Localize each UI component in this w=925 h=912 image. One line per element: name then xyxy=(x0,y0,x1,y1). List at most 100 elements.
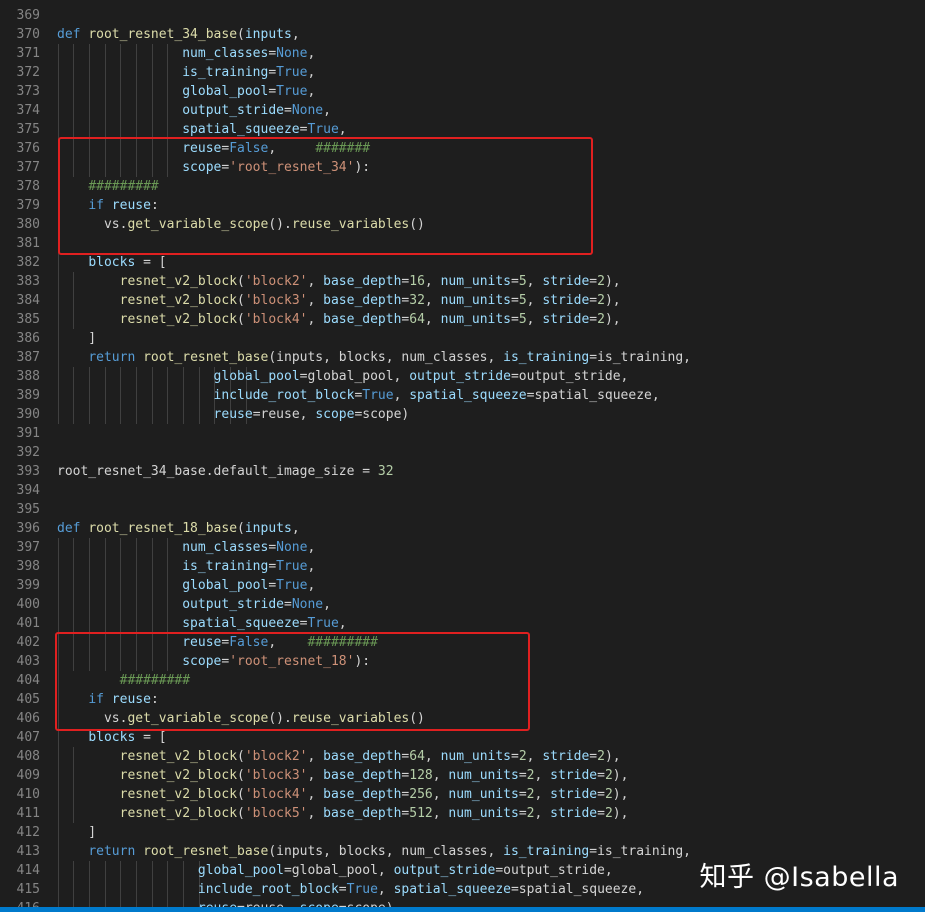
code-line[interactable]: 403 scope='root_resnet_18'): xyxy=(0,652,925,671)
line-number: 375 xyxy=(16,122,40,137)
code-line[interactable]: 409 resnet_v2_block('block3', base_depth… xyxy=(0,766,925,785)
code-line[interactable]: 390 reuse=reuse, scope=scope) xyxy=(0,405,925,424)
code-editor[interactable]: 369 370 def root_resnet_34_base(inputs, 371… xyxy=(0,0,925,912)
code-token: ( xyxy=(237,521,245,536)
code-line[interactable]: 407 blocks = [ xyxy=(0,728,925,747)
code-text: if reuse: xyxy=(57,196,158,215)
code-token: = xyxy=(268,559,277,574)
code-token: True xyxy=(276,559,308,574)
code-token: =output_stride, xyxy=(495,863,613,878)
code-token: (). xyxy=(268,711,292,726)
code-line[interactable]: 394 xyxy=(0,481,925,500)
code-line[interactable]: 375 spatial_squeeze=True, xyxy=(0,120,925,139)
code-token: , xyxy=(307,293,324,308)
code-line[interactable]: 412 ] xyxy=(0,823,925,842)
code-token: 2 xyxy=(526,787,535,802)
code-line[interactable]: 369 xyxy=(0,6,925,25)
code-token: 32 xyxy=(409,293,425,308)
code-line[interactable]: 401 spatial_squeeze=True, xyxy=(0,614,925,633)
code-token: root_resnet_34_base xyxy=(88,27,238,42)
code-token: = [ xyxy=(135,730,167,745)
code-line[interactable]: 378 ######### xyxy=(0,177,925,196)
code-text: is_training=True, xyxy=(57,63,315,82)
code-text: return root_resnet_base(inputs, blocks, … xyxy=(57,348,691,367)
code-line[interactable]: 397 num_classes=None, xyxy=(0,538,925,557)
code-line[interactable]: 372 is_training=True, xyxy=(0,63,925,82)
code-token: , xyxy=(291,27,300,42)
code-line[interactable]: 377 scope='root_resnet_34'): xyxy=(0,158,925,177)
code-line[interactable]: 408 resnet_v2_block('block2', base_depth… xyxy=(0,747,925,766)
code-line[interactable]: 376 reuse=False, ####### xyxy=(0,139,925,158)
code-token: False xyxy=(229,635,269,650)
code-line[interactable]: 374 output_stride=None, xyxy=(0,101,925,120)
code-line[interactable]: 411 resnet_v2_block('block5', base_depth… xyxy=(0,804,925,823)
code-token: ( xyxy=(237,768,245,783)
code-token: =global_pool, xyxy=(283,863,394,878)
code-line[interactable]: 385 resnet_v2_block('block4', base_depth… xyxy=(0,310,925,329)
code-line[interactable]: 383 resnet_v2_block('block2', base_depth… xyxy=(0,272,925,291)
code-token: ): xyxy=(354,654,371,669)
line-number: 404 xyxy=(16,673,40,688)
code-token: stride xyxy=(542,749,590,764)
code-line[interactable]: 402 reuse=False, ######### xyxy=(0,633,925,652)
code-line[interactable]: 379 if reuse: xyxy=(0,196,925,215)
line-number: 385 xyxy=(16,312,40,327)
code-token: spatial_squeeze xyxy=(393,882,511,897)
code-line[interactable]: 384 resnet_v2_block('block3', base_depth… xyxy=(0,291,925,310)
code-line[interactable]: 382 blocks = [ xyxy=(0,253,925,272)
code-token: include_root_block xyxy=(213,388,355,403)
code-token: =global_pool, xyxy=(299,369,410,384)
line-number: 381 xyxy=(16,236,40,251)
code-token: spatial_squeeze xyxy=(182,616,300,631)
code-token: , xyxy=(393,388,410,403)
code-line[interactable]: 387 return root_resnet_base(inputs, bloc… xyxy=(0,348,925,367)
code-token: reuse xyxy=(213,407,253,422)
code-line[interactable]: 393 root_resnet_34_base.default_image_siz… xyxy=(0,462,925,481)
code-line[interactable]: 371 num_classes=None, xyxy=(0,44,925,63)
code-token: (inputs, blocks, num_classes, xyxy=(268,844,504,859)
code-token: , xyxy=(424,312,441,327)
code-line[interactable]: 410 resnet_v2_block('block4', base_depth… xyxy=(0,785,925,804)
code-line[interactable]: 396 def root_resnet_18_base(inputs, xyxy=(0,519,925,538)
code-line[interactable]: 391 xyxy=(0,424,925,443)
line-number: 407 xyxy=(16,730,40,745)
code-token: base_depth xyxy=(323,293,402,308)
code-token: = xyxy=(268,578,277,593)
line-number: 384 xyxy=(16,293,40,308)
code-token: 2 xyxy=(526,806,535,821)
code-line[interactable]: 395 xyxy=(0,500,925,519)
indent-guide xyxy=(57,234,59,253)
code-line[interactable]: 399 global_pool=True, xyxy=(0,576,925,595)
code-token: 64 xyxy=(409,312,425,327)
editor-bottom-bar xyxy=(0,907,925,912)
code-line[interactable]: 380 vs.get_variable_scope().reuse_variab… xyxy=(0,215,925,234)
code-line[interactable]: 386 ] xyxy=(0,329,925,348)
code-line[interactable]: 398 is_training=True, xyxy=(0,557,925,576)
code-token: vs. xyxy=(103,711,128,726)
code-text: if reuse: xyxy=(57,690,158,709)
code-line[interactable]: 388 global_pool=global_pool, output_stri… xyxy=(0,367,925,386)
line-number: 405 xyxy=(16,692,40,707)
code-line[interactable]: 381 xyxy=(0,234,925,253)
code-text: num_classes=None, xyxy=(57,538,315,557)
code-token: , xyxy=(377,882,394,897)
code-line[interactable]: 389 include_root_block=True, spatial_squ… xyxy=(0,386,925,405)
code-token: , xyxy=(534,787,551,802)
line-number: 415 xyxy=(16,882,40,897)
code-line[interactable]: 405 if reuse: xyxy=(0,690,925,709)
line-number: 371 xyxy=(16,46,40,61)
code-line[interactable]: 400 output_stride=None, xyxy=(0,595,925,614)
line-number: 408 xyxy=(16,749,40,764)
code-line[interactable]: 373 global_pool=True, xyxy=(0,82,925,101)
code-line[interactable]: 406 vs.get_variable_scope().reuse_variab… xyxy=(0,709,925,728)
line-number: 411 xyxy=(16,806,40,821)
code-token: , xyxy=(291,521,300,536)
code-token: 2 xyxy=(597,274,605,289)
code-line[interactable]: 392 xyxy=(0,443,925,462)
code-token: =output_stride, xyxy=(510,369,629,384)
watermark: 知乎 @Isabella xyxy=(699,862,899,893)
code-line[interactable]: 370 def root_resnet_34_base(inputs, xyxy=(0,25,925,44)
code-line[interactable]: 404 ######### xyxy=(0,671,925,690)
